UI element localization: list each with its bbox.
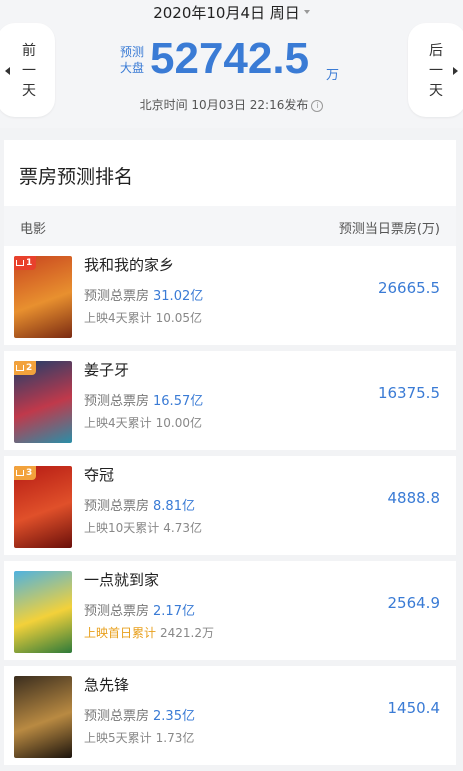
- movie-poster[interactable]: 2: [14, 361, 72, 443]
- cumulative-box-office: 上映首日累计 2421.2万: [84, 624, 214, 641]
- crown-icon: [16, 364, 24, 371]
- predicted-total-box-office: 预测总票房 16.57亿: [84, 390, 203, 409]
- cumulative-value: 10.05亿: [155, 311, 202, 325]
- rank-number: 1: [26, 258, 33, 268]
- cumulative-value: 2421.2万: [160, 626, 215, 640]
- movie-title[interactable]: 夺冠: [84, 464, 114, 485]
- predicted-total-label: 预测总票房: [84, 394, 150, 409]
- cumulative-label: 上映5天累计: [84, 731, 152, 745]
- movie-title[interactable]: 一点就到家: [84, 569, 159, 590]
- movie-poster[interactable]: [14, 571, 72, 653]
- cumulative-box-office: 上映4天累计 10.00亿: [84, 414, 202, 431]
- movie-title[interactable]: 急先锋: [84, 674, 129, 695]
- predicted-total-box-office: 预测总票房 2.35亿: [84, 705, 195, 724]
- crown-icon: [16, 259, 24, 266]
- cumulative-box-office: 上映4天累计 10.05亿: [84, 309, 202, 326]
- table-row[interactable]: 一点就到家 预测总票房 2.17亿 上映首日累计 2421.2万 2564.9: [4, 561, 456, 666]
- cumulative-label: 上映4天累计: [84, 311, 152, 325]
- publish-time-text: 北京时间 10月03日 22:16发布: [139, 98, 309, 112]
- table-row[interactable]: 急先锋 预测总票房 2.35亿 上映5天累计 1.73亿 1450.4: [4, 666, 456, 771]
- publish-time: 北京时间 10月03日 22:16发布 i: [0, 96, 463, 113]
- predicted-total-label: 预测总票房: [84, 709, 150, 724]
- rank-number: 2: [26, 363, 33, 373]
- prev-day-label: 前一天: [22, 43, 36, 99]
- table-row[interactable]: 3 夺冠 预测总票房 8.81亿 上映10天累计 4.73亿 4888.8: [4, 456, 456, 561]
- table-header: 电影 预测当日票房(万): [4, 206, 456, 246]
- predicted-daily-box-office: 4888.8: [387, 489, 441, 507]
- column-movie: 电影: [20, 222, 47, 237]
- predicted-total-box-office: 预测总票房 2.17亿: [84, 600, 195, 619]
- movie-title[interactable]: 姜子牙: [84, 359, 129, 380]
- predicted-daily-box-office: 26665.5: [377, 279, 440, 297]
- header: 2020年10月4日 周日 前一天 预测大盘 52742.5 万 后一天 北京时…: [0, 0, 463, 128]
- cumulative-value: 1.73亿: [155, 731, 195, 745]
- cumulative-label: 上映首日累计: [84, 626, 157, 640]
- predicted-total-value: 16.57亿: [153, 394, 204, 409]
- predicted-total-value: 31.02亿: [153, 289, 204, 304]
- cumulative-label: 上映10天累计: [84, 521, 160, 535]
- predicted-total-value: 2.17亿: [153, 604, 195, 619]
- movie-poster[interactable]: 3: [14, 466, 72, 548]
- cumulative-value: 4.73亿: [163, 521, 203, 535]
- predicted-total-label: 预测总票房: [84, 604, 150, 619]
- predicted-total-label: 预测总票房: [84, 499, 150, 514]
- movie-poster[interactable]: 1: [14, 256, 72, 338]
- predicted-total-label: 预测总票房: [84, 289, 150, 304]
- predicted-label: 预测大盘: [119, 45, 144, 75]
- predicted-daily-box-office: 1450.4: [387, 699, 441, 717]
- rank-number: 3: [26, 468, 33, 478]
- rank-badge: 2: [14, 361, 37, 375]
- next-day-label: 后一天: [429, 43, 443, 99]
- table-row[interactable]: 2 姜子牙 预测总票房 16.57亿 上映4天累计 10.00亿 16375.5: [4, 351, 456, 456]
- rank-badge: 3: [14, 466, 37, 480]
- crown-icon: [16, 469, 24, 476]
- predicted-total-value: 8.81亿: [153, 499, 195, 514]
- predicted-total-box-office: 预测总票房 8.81亿: [84, 495, 195, 514]
- info-icon[interactable]: i: [311, 99, 324, 112]
- section-title: 票房预测排名: [19, 166, 134, 188]
- movie-title[interactable]: 我和我的家乡: [84, 254, 174, 275]
- date-text: 2020年10月4日 周日: [153, 4, 300, 22]
- cumulative-box-office: 上映10天累计 4.73亿: [84, 519, 202, 536]
- predicted-total-box-office: 预测总票房 31.02亿: [84, 285, 203, 304]
- column-prediction: 预测当日票房(万): [338, 222, 440, 237]
- ranking-panel: 票房预测排名 电影 预测当日票房(万) 1 我和我的家乡 预测总票房 31.02亿…: [4, 140, 456, 771]
- date-selector[interactable]: 2020年10月4日 周日: [0, 2, 463, 23]
- chevron-left-icon: [5, 67, 10, 75]
- chevron-right-icon: [453, 67, 458, 75]
- row-divider: [4, 765, 456, 771]
- cumulative-label: 上映4天累计: [84, 416, 152, 430]
- movie-poster[interactable]: [14, 676, 72, 758]
- predicted-unit: 万: [326, 68, 340, 83]
- predicted-total: 52742.5: [150, 34, 310, 83]
- predicted-total-value: 2.35亿: [153, 709, 195, 724]
- table-row[interactable]: 1 我和我的家乡 预测总票房 31.02亿 上映4天累计 10.05亿 26665.…: [4, 246, 456, 351]
- cumulative-box-office: 上映5天累计 1.73亿: [84, 729, 194, 746]
- predicted-daily-box-office: 16375.5: [377, 384, 440, 402]
- chevron-down-icon: [303, 9, 310, 14]
- rank-badge: 1: [14, 256, 37, 270]
- cumulative-value: 10.00亿: [155, 416, 202, 430]
- predicted-daily-box-office: 2564.9: [387, 594, 441, 612]
